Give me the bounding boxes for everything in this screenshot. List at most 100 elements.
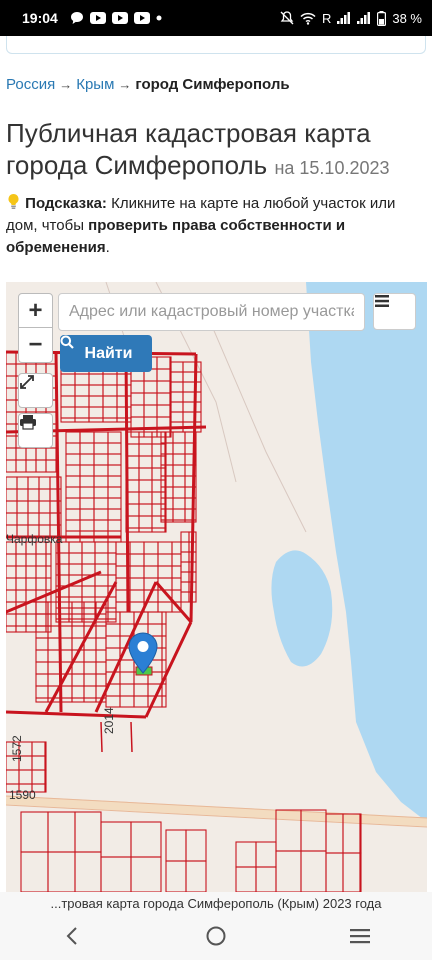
parcel xyxy=(172,519,186,523)
parcel xyxy=(133,695,149,708)
location-marker-icon[interactable] xyxy=(128,632,158,674)
parcel xyxy=(156,380,171,394)
signal-icon xyxy=(337,12,351,24)
battery-percent: 38 % xyxy=(392,10,422,26)
address-search-input[interactable] xyxy=(58,293,365,331)
parcel xyxy=(119,695,135,708)
parcel xyxy=(27,512,40,526)
parcel xyxy=(68,563,83,576)
parcel xyxy=(35,553,47,567)
parcel xyxy=(161,647,167,661)
parcel xyxy=(138,431,153,445)
parcel xyxy=(93,464,109,477)
parcel xyxy=(60,384,76,397)
parcel xyxy=(107,596,117,609)
parcel xyxy=(182,391,196,403)
parcel xyxy=(129,577,145,591)
parcel xyxy=(79,497,95,510)
parcel xyxy=(74,384,90,397)
parcel xyxy=(25,459,37,473)
parcel xyxy=(31,755,46,771)
parcel xyxy=(65,475,81,488)
parcel xyxy=(156,428,171,438)
parcel xyxy=(143,541,159,555)
hint: Подсказка: Кликните на карте на любой уч… xyxy=(6,193,426,259)
map-canvas[interactable] xyxy=(6,282,427,892)
parcel xyxy=(119,611,135,625)
parcel xyxy=(47,851,76,892)
parcel xyxy=(25,553,37,567)
fullscreen-button[interactable] xyxy=(18,373,53,408)
parcel xyxy=(185,829,207,862)
parcel xyxy=(161,659,167,673)
breadcrumb-link-crimea[interactable]: Крым xyxy=(76,76,114,93)
parcel xyxy=(65,519,81,532)
parcel xyxy=(116,417,132,423)
parcel xyxy=(160,519,174,523)
page-title: Публичная кадастровая карта города Симфе… xyxy=(6,117,426,184)
battery-icon xyxy=(377,10,387,26)
print-button[interactable] xyxy=(18,413,53,448)
parcel xyxy=(16,488,29,502)
signal-icon xyxy=(357,12,371,24)
parcel xyxy=(6,387,17,401)
parcel xyxy=(25,625,37,633)
parcel xyxy=(130,856,162,892)
recents-button[interactable] xyxy=(330,918,390,958)
parcel xyxy=(45,577,52,591)
parcel xyxy=(15,613,27,627)
status-time: 19:04 xyxy=(22,10,58,26)
parcel xyxy=(129,553,145,567)
parcel xyxy=(161,635,167,649)
parcel xyxy=(143,392,158,406)
parcel xyxy=(68,585,83,598)
parcel xyxy=(79,475,95,488)
parcel xyxy=(157,565,173,579)
parcel xyxy=(160,442,174,455)
parcel xyxy=(74,851,102,892)
zoom-out-button[interactable]: − xyxy=(18,328,53,363)
parcel xyxy=(88,373,104,386)
parcel xyxy=(88,406,104,419)
parcel xyxy=(35,673,49,687)
parcel xyxy=(182,371,196,383)
map-label-plot-2014: 2014 xyxy=(102,707,116,734)
parcel xyxy=(151,503,166,517)
zoom-in-button[interactable]: + xyxy=(18,293,53,328)
parcel xyxy=(156,404,171,418)
parcel xyxy=(6,488,18,502)
home-button[interactable] xyxy=(186,918,246,958)
parcel xyxy=(45,553,52,567)
parcel xyxy=(44,769,47,785)
parcel xyxy=(45,565,52,579)
map-caption: ...тровая карта города Симферополь (Крым… xyxy=(0,892,432,916)
find-button[interactable]: Найти xyxy=(60,335,152,372)
parcel xyxy=(107,563,117,576)
status-bar: 19:04 R 38 % xyxy=(0,0,432,36)
cadastral-map[interactable]: Чарфовка 2014 1572 1590 + − Найти xyxy=(6,282,427,892)
parcel xyxy=(95,661,107,675)
parcel xyxy=(95,649,107,663)
hint-label: Подсказка: xyxy=(25,195,107,212)
parcel xyxy=(95,625,107,639)
parcel xyxy=(38,488,51,502)
back-button[interactable] xyxy=(42,918,102,958)
parcel xyxy=(138,503,153,517)
parcel xyxy=(71,661,85,675)
parcel xyxy=(95,673,107,687)
recents-icon xyxy=(349,927,371,950)
breadcrumb-link-russia[interactable]: Россия xyxy=(6,76,55,93)
parcel xyxy=(161,683,167,697)
menu-button[interactable] xyxy=(373,293,416,330)
parcel xyxy=(47,637,61,651)
parcel xyxy=(359,813,362,854)
parcel xyxy=(151,527,166,533)
parcel xyxy=(6,435,17,449)
parcel xyxy=(180,541,190,553)
parcel xyxy=(15,459,27,473)
parcel xyxy=(157,601,173,613)
parcel xyxy=(107,618,117,623)
parcel xyxy=(130,404,145,418)
parcel xyxy=(105,647,121,661)
breadcrumb-separator: → xyxy=(118,77,132,92)
